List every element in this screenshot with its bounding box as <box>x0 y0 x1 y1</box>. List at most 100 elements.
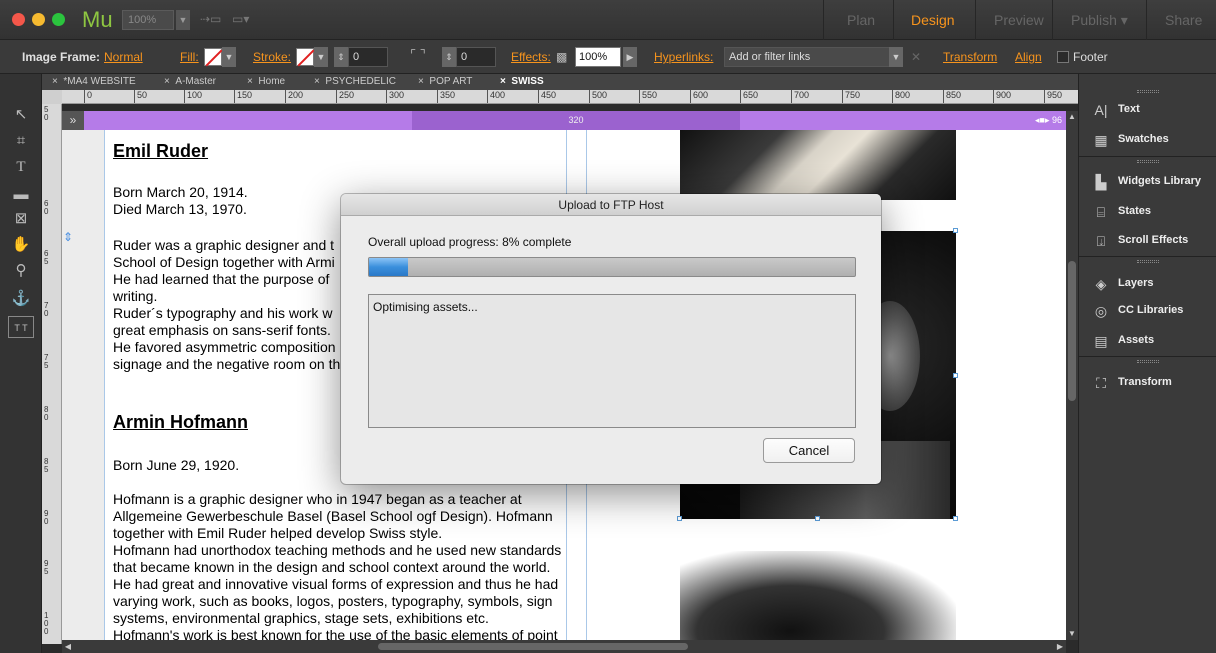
text-tool-icon[interactable]: T <box>8 156 34 178</box>
panel-grip[interactable] <box>1137 360 1159 363</box>
selection-handle[interactable] <box>953 373 958 378</box>
image-frame-mode-link[interactable]: Normal <box>104 50 143 64</box>
fill-dropdown-button[interactable]: ▼ <box>222 47 236 67</box>
tab-plan[interactable]: Plan <box>847 12 875 28</box>
paragraph-line[interactable]: Allgemeine Gewerbeschule Basel (Basel Sc… <box>113 508 553 525</box>
breakpoint-expand-icon[interactable]: » <box>62 111 84 130</box>
horizontal-scrollbar[interactable]: ◀ ▶ <box>62 640 1066 653</box>
paragraph-line[interactable]: writing. <box>113 288 157 305</box>
born-text[interactable]: Born March 20, 1914. <box>113 184 248 201</box>
crop-tool-icon[interactable]: ⌗ <box>8 130 34 152</box>
selection-handle[interactable] <box>815 516 820 521</box>
panel-item-cc-libraries[interactable]: ◎ CC Libraries <box>1079 297 1216 325</box>
stroke-swatch[interactable] <box>296 48 314 66</box>
opacity-slider-button[interactable]: ▶ <box>623 47 637 67</box>
stroke-dropdown-button[interactable]: ▼ <box>314 47 328 67</box>
paragraph-line[interactable]: together with Emil Ruder helped develop … <box>113 525 442 542</box>
fill-label[interactable]: Fill: <box>180 50 199 64</box>
vertical-scroll-thumb[interactable] <box>1068 261 1076 401</box>
clear-link-icon[interactable]: ✕ <box>911 50 921 64</box>
stroke-label[interactable]: Stroke: <box>253 50 291 64</box>
paragraph-line[interactable]: systems, environmental graphics, stage s… <box>113 610 489 627</box>
doc-tab[interactable]: × POP ART <box>418 76 472 87</box>
died-text[interactable]: Died March 13, 1970. <box>113 201 247 218</box>
tab-preview[interactable]: Preview <box>994 12 1044 28</box>
doc-tab[interactable]: × Home <box>247 76 285 87</box>
doc-tab[interactable]: × A-Master <box>164 76 216 87</box>
view-options-icon[interactable]: ▭▾ <box>232 12 249 26</box>
panel-item-layers[interactable]: ◈ Layers <box>1079 270 1216 298</box>
paragraph-line[interactable]: Ruder´s typography and his work w <box>113 305 332 322</box>
zoom-tool-icon[interactable]: ⚲ <box>8 260 34 282</box>
panel-grip[interactable] <box>1137 260 1159 263</box>
page-view-icon[interactable]: ⇢▭ <box>200 12 221 26</box>
portrait-image-top[interactable] <box>680 130 956 200</box>
heading-armin-hofmann[interactable]: Armin Hofmann <box>113 412 248 433</box>
corner-radius-input[interactable]: 0 <box>456 47 496 67</box>
opacity-input[interactable]: 100% <box>575 47 621 67</box>
selection-handle[interactable] <box>953 228 958 233</box>
panel-grip[interactable] <box>1137 160 1159 163</box>
paragraph-line[interactable]: great emphasis on sans-serif fonts. <box>113 322 331 339</box>
paragraph-line[interactable]: varying work, such as books, logos, post… <box>113 593 552 610</box>
text-frame-tool-icon[interactable]: T T <box>8 316 34 338</box>
paragraph-line[interactable]: School of Design together with Armi <box>113 254 335 271</box>
rectangle-frame-tool-icon[interactable]: ⊠ <box>8 208 34 230</box>
align-link[interactable]: Align <box>1015 50 1042 64</box>
stroke-width-input[interactable]: 0 <box>348 47 388 67</box>
cancel-button[interactable]: Cancel <box>763 438 855 463</box>
paragraph-line[interactable]: signage and the negative room on th <box>113 356 340 373</box>
selection-tool-icon[interactable]: ↖ <box>8 104 34 126</box>
breakpoint-marker[interactable]: ◂■▸ 96 <box>1035 111 1062 130</box>
panel-item-text[interactable]: A| Text <box>1079 96 1216 124</box>
panel-item-scroll-effects[interactable]: ⍗ Scroll Effects <box>1079 227 1216 255</box>
zoom-dropdown-button[interactable]: ▼ <box>176 10 190 30</box>
scroll-right-icon[interactable]: ▶ <box>1054 640 1066 653</box>
scroll-down-icon[interactable]: ▼ <box>1066 628 1078 640</box>
selection-handle[interactable] <box>953 516 958 521</box>
panel-item-states[interactable]: ⌸ States <box>1079 198 1216 226</box>
paragraph-line[interactable]: He favored asymmetric composition <box>113 339 336 356</box>
doc-tab[interactable]: × *MA4 WEBSITE <box>52 76 136 87</box>
hyperlinks-dropdown-button[interactable]: ▼ <box>889 47 903 67</box>
close-window-button[interactable] <box>12 13 25 26</box>
paragraph-line[interactable]: Hofmann is a graphic designer who in 194… <box>113 491 522 508</box>
selection-handle[interactable] <box>677 516 682 521</box>
corner-stepper[interactable]: ⇕ <box>442 47 456 67</box>
minimize-window-button[interactable] <box>32 13 45 26</box>
hyperlinks-label[interactable]: Hyperlinks: <box>654 50 713 64</box>
footer-checkbox[interactable] <box>1057 51 1069 63</box>
paragraph-line[interactable]: Hofmann's work is best known for the use… <box>113 627 558 640</box>
paragraph-line[interactable]: that became known in the design and scho… <box>113 559 550 576</box>
doc-tab-active[interactable]: × SWISS <box>500 76 544 87</box>
fill-swatch[interactable] <box>204 48 222 66</box>
paragraph-line[interactable]: Hofmann had unorthodox teaching methods … <box>113 542 561 559</box>
portrait-image-bottom[interactable] <box>680 551 956 640</box>
effects-label[interactable]: Effects: <box>511 50 551 64</box>
panel-item-assets[interactable]: ▤ Assets <box>1079 327 1216 355</box>
rectangle-tool-icon[interactable]: ▬ <box>8 184 34 206</box>
panel-item-swatches[interactable]: ▦ Swatches <box>1079 126 1216 154</box>
zoom-level-field[interactable]: 100% <box>122 10 174 30</box>
tab-share[interactable]: Share <box>1165 12 1202 28</box>
scroll-up-icon[interactable]: ▲ <box>1066 111 1078 123</box>
paragraph-line[interactable]: He had learned that the purpose of <box>113 271 329 288</box>
panel-grip[interactable] <box>1137 90 1159 93</box>
tab-publish[interactable]: Publish ▾ <box>1071 12 1128 29</box>
scroll-left-icon[interactable]: ◀ <box>62 640 74 653</box>
panel-item-widgets-library[interactable]: ▙ Widgets Library <box>1079 168 1216 196</box>
breakpoint-bar[interactable]: 320 ◂■▸ 96 <box>62 111 1066 130</box>
hyperlinks-input[interactable]: Add or filter links <box>724 47 890 67</box>
zoom-window-button[interactable] <box>52 13 65 26</box>
vertical-scrollbar[interactable]: ▲ ▼ <box>1066 111 1078 640</box>
hand-tool-icon[interactable]: ✋ <box>8 234 34 256</box>
tab-design[interactable]: Design <box>911 12 955 28</box>
paragraph-line[interactable]: Ruder was a graphic designer and t <box>113 237 334 254</box>
heading-emil-ruder[interactable]: Emil Ruder <box>113 141 208 162</box>
transform-link[interactable]: Transform <box>943 50 997 64</box>
born-text[interactable]: Born June 29, 1920. <box>113 457 239 474</box>
stroke-stepper[interactable]: ⇕ <box>334 47 348 67</box>
effects-icon[interactable]: ▩ <box>556 50 567 64</box>
vertical-move-handle-icon[interactable]: ⇕ <box>62 228 74 244</box>
anchor-tool-icon[interactable]: ⚓ <box>8 288 34 310</box>
